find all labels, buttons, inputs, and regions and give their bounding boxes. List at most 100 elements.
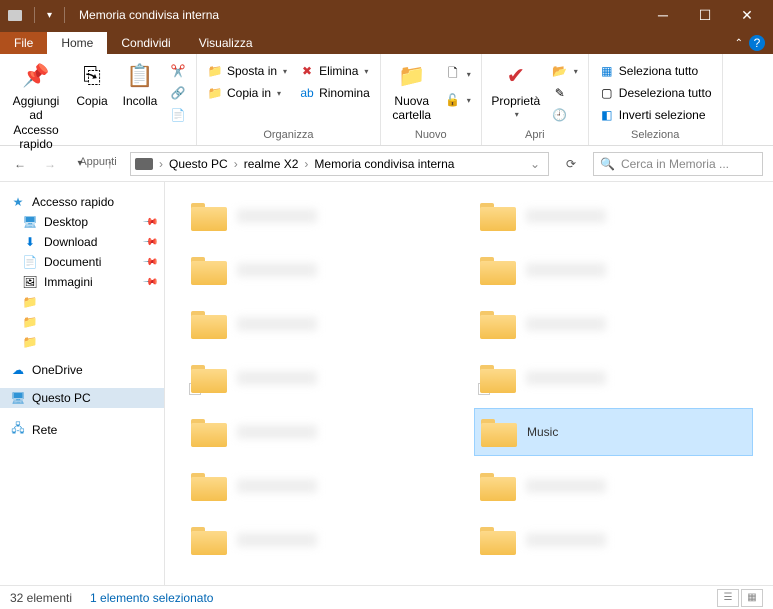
chevron-right-icon[interactable]: › — [304, 157, 308, 171]
pictures-icon: 🖼 — [22, 275, 38, 289]
new-item-icon: 🗋 — [445, 64, 461, 85]
folder-item[interactable] — [474, 192, 753, 240]
copy-button[interactable]: ⎘ Copia — [70, 58, 114, 110]
sidebar-item-blur2[interactable]: 📁 — [0, 312, 164, 332]
sidebar-item-download[interactable]: ⬇Download📌 — [0, 232, 164, 252]
folder-item[interactable]: ↗ — [474, 354, 753, 402]
folder-item[interactable] — [474, 462, 753, 510]
copy-path-button[interactable]: 🔗 — [166, 84, 190, 102]
chevron-right-icon[interactable]: › — [159, 157, 163, 171]
folder-icon — [191, 255, 227, 285]
collapse-ribbon-icon[interactable]: ⌃ — [735, 38, 743, 49]
rename-button[interactable]: abRinomina — [295, 84, 374, 102]
invert-selection-button[interactable]: ◧Inverti selezione — [595, 106, 716, 124]
copy-icon: ⎘ — [83, 60, 101, 92]
folder-icon: ↗ — [480, 363, 516, 393]
folder-icon: 📁 — [22, 295, 38, 309]
history-button[interactable]: 🕘 — [548, 106, 582, 124]
sidebar-item-blur3[interactable]: 📁 — [0, 332, 164, 352]
ribbon-group-open: ✔ Proprietà ▾ 📂▾ ✎ 🕘 Apri — [482, 54, 589, 145]
folder-item[interactable] — [185, 300, 464, 348]
tab-view[interactable]: Visualizza — [185, 32, 267, 54]
icons-view-button[interactable]: ▦ — [741, 589, 763, 607]
details-view-button[interactable]: ☰ — [717, 589, 739, 607]
minimize-button[interactable]: ─ — [653, 7, 673, 24]
help-icon[interactable]: ? — [749, 35, 765, 51]
folder-item[interactable] — [185, 462, 464, 510]
sidebar-item-documents[interactable]: 📄Documenti📌 — [0, 252, 164, 272]
tab-share[interactable]: Condividi — [107, 32, 184, 54]
folder-item-music[interactable]: Music — [474, 408, 753, 456]
ribbon-group-select: ▦Seleziona tutto ▢Deseleziona tutto ◧Inv… — [589, 54, 723, 145]
separator — [34, 7, 35, 23]
select-all-icon: ▦ — [599, 64, 615, 78]
sidebar-item-pictures[interactable]: 🖼Immagini📌 — [0, 272, 164, 292]
address-dropdown-icon[interactable]: ⌄ — [526, 157, 544, 171]
ribbon: 📌 Aggiungi ad Accesso rapido ⎘ Copia 📋 I… — [0, 54, 773, 146]
sidebar-item-desktop[interactable]: 🖥Desktop📌 — [0, 212, 164, 232]
crumb-device[interactable]: realme X2 — [240, 157, 303, 171]
window-controls: ─ ☐ ✕ — [653, 7, 765, 24]
properties-button[interactable]: ✔ Proprietà ▾ — [488, 58, 544, 121]
folder-icon — [480, 309, 516, 339]
folder-item[interactable] — [185, 192, 464, 240]
chevron-down-icon: ▾ — [277, 89, 281, 98]
folder-item[interactable] — [185, 246, 464, 294]
folder-icon: 📁 — [207, 64, 223, 78]
move-to-button[interactable]: 📁Sposta in▾ — [203, 62, 291, 80]
search-placeholder: Cerca in Memoria ... — [621, 157, 729, 171]
back-button[interactable]: ← — [10, 157, 30, 171]
folder-item[interactable]: ↗ — [185, 354, 464, 402]
qat-dropdown-icon[interactable]: ▾ — [47, 10, 52, 21]
open-button[interactable]: 📂▾ — [548, 62, 582, 80]
new-folder-button[interactable]: 📁 Nuova cartella — [387, 58, 437, 125]
star-icon: ★ — [10, 195, 26, 209]
up-button[interactable]: ↑ — [100, 157, 120, 171]
paste-shortcut-button[interactable]: 📄 — [166, 106, 190, 124]
recent-locations-button[interactable]: ▾ — [70, 158, 90, 169]
folder-item[interactable] — [185, 408, 464, 456]
close-button[interactable]: ✕ — [737, 7, 757, 24]
folder-item[interactable] — [474, 246, 753, 294]
crumb-current[interactable]: Memoria condivisa interna — [310, 157, 458, 171]
refresh-button[interactable]: ⟳ — [559, 157, 583, 171]
edit-icon: ✎ — [552, 86, 568, 100]
history-icon: 🕘 — [552, 108, 568, 122]
delete-button[interactable]: ✖Elimina▾ — [295, 62, 374, 80]
folder-icon — [191, 309, 227, 339]
edit-button[interactable]: ✎ — [548, 84, 582, 102]
tab-home[interactable]: Home — [47, 32, 107, 54]
sidebar-network[interactable]: 🖧Rete — [0, 416, 164, 443]
search-input[interactable]: 🔍 Cerca in Memoria ... — [593, 152, 763, 176]
crumb-thispc[interactable]: Questo PC — [165, 157, 232, 171]
sidebar-quick-access[interactable]: ★Accesso rapido — [0, 192, 164, 212]
easy-access-button[interactable]: 🔓▾ — [441, 91, 475, 109]
forward-button[interactable]: → — [40, 157, 60, 171]
folder-item[interactable] — [474, 300, 753, 348]
folder-item[interactable] — [185, 516, 464, 564]
select-all-button[interactable]: ▦Seleziona tutto — [595, 62, 716, 80]
status-item-count: 32 elementi — [10, 591, 72, 605]
ribbon-group-clipboard: 📌 Aggiungi ad Accesso rapido ⎘ Copia 📋 I… — [0, 54, 197, 145]
file-list[interactable]: ↗ ↗ Music — [165, 182, 773, 585]
copy-to-button[interactable]: 📁Copia in▾ — [203, 84, 291, 102]
ribbon-group-new: 📁 Nuova cartella 🗋▾ 🔓▾ Nuovo — [381, 54, 482, 145]
tab-file[interactable]: File — [0, 32, 47, 54]
sidebar-item-blur1[interactable]: 📁 — [0, 292, 164, 312]
cut-button[interactable]: ✂️ — [166, 62, 190, 80]
new-item-button[interactable]: 🗋▾ — [441, 62, 475, 87]
pc-icon: 🖥 — [10, 391, 26, 405]
maximize-button[interactable]: ☐ — [695, 7, 715, 24]
paste-button[interactable]: 📋 Incolla — [118, 58, 162, 110]
sidebar-onedrive[interactable]: ☁OneDrive — [0, 360, 164, 380]
breadcrumb[interactable]: › Questo PC › realme X2 › Memoria condiv… — [130, 152, 549, 176]
pin-icon: 📌 — [141, 274, 158, 291]
select-none-button[interactable]: ▢Deseleziona tutto — [595, 84, 716, 102]
chevron-right-icon[interactable]: › — [234, 157, 238, 171]
folder-icon: ↗ — [191, 363, 227, 393]
folder-item[interactable] — [474, 516, 753, 564]
window-title: Memoria condivisa interna — [79, 8, 219, 22]
pin-quick-access-button[interactable]: 📌 Aggiungi ad Accesso rapido — [6, 58, 66, 154]
sidebar-thispc[interactable]: 🖥Questo PC — [0, 388, 164, 408]
ribbon-group-organize: 📁Sposta in▾ 📁Copia in▾ ✖Elimina▾ abRinom… — [197, 54, 381, 145]
